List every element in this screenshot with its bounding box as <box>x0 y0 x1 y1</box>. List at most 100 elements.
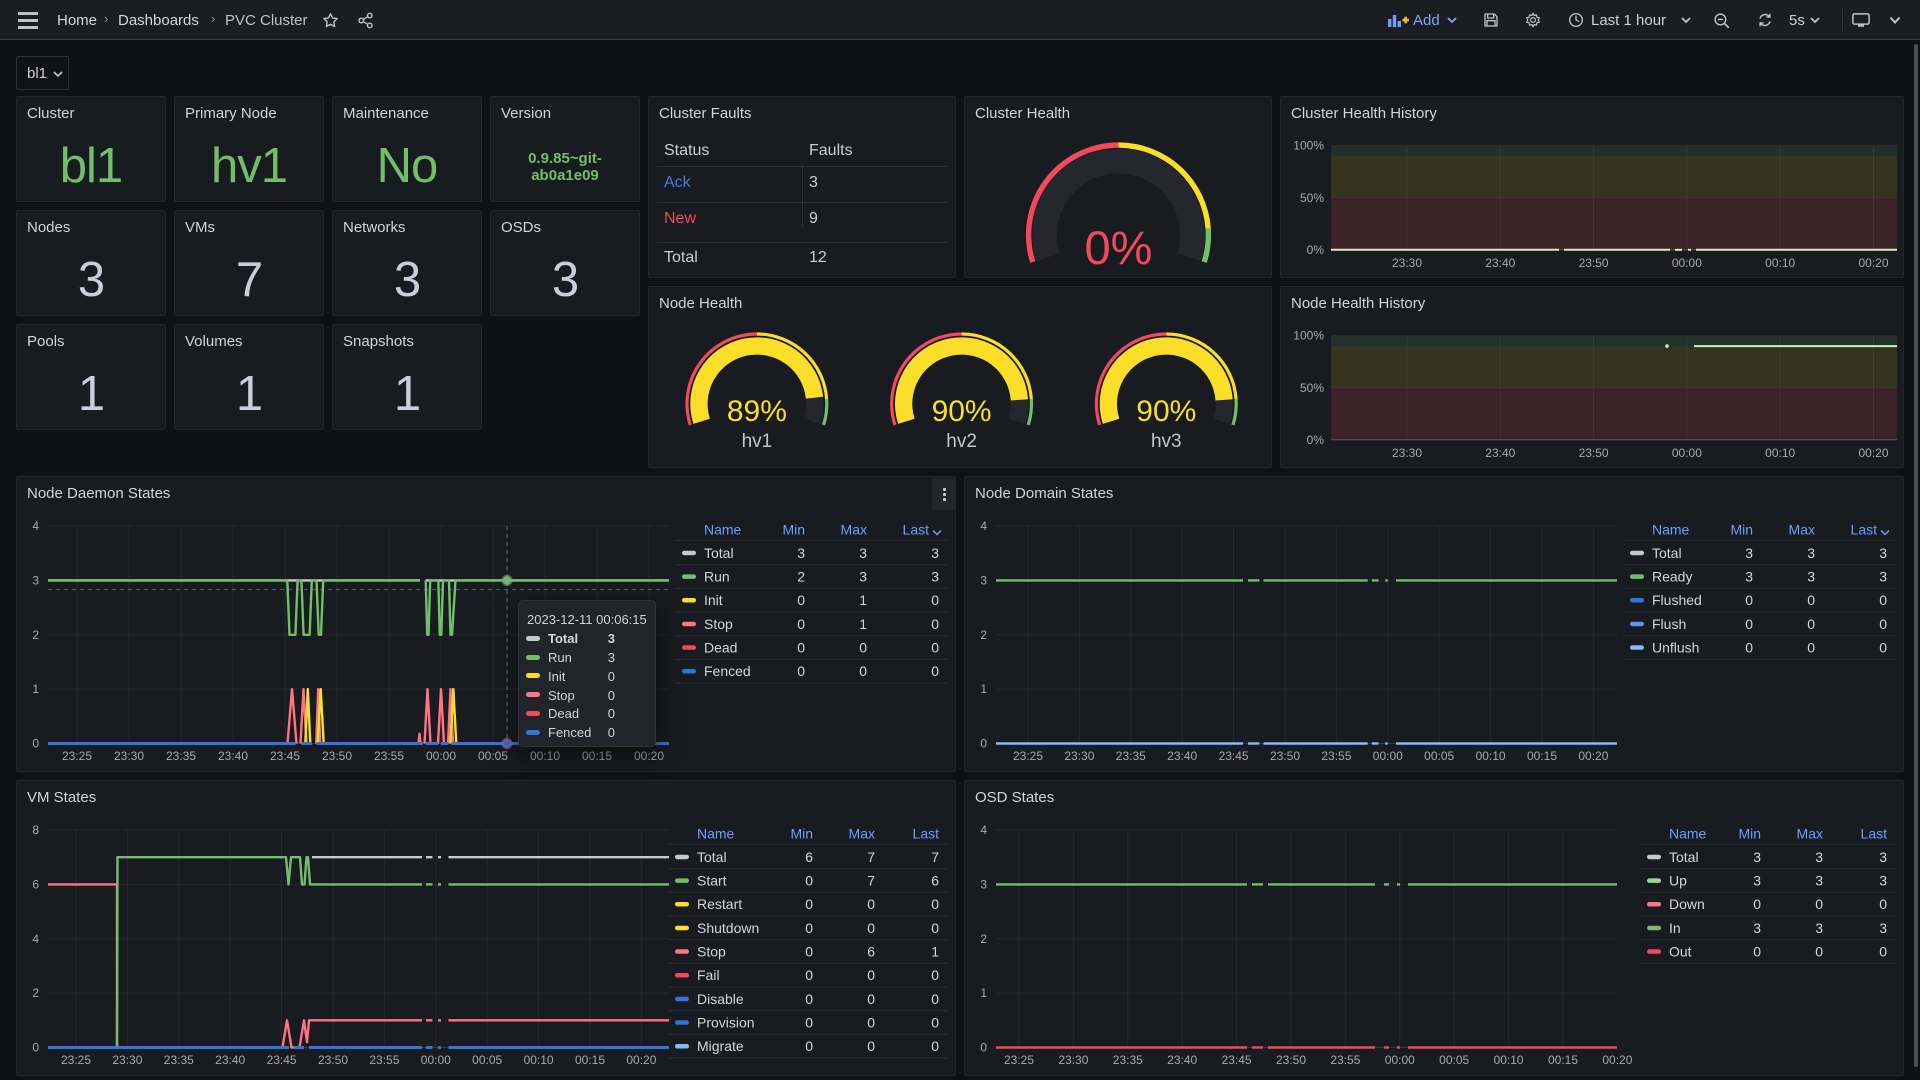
svg-text:0: 0 <box>867 896 875 912</box>
svg-text:1: 1 <box>980 682 987 696</box>
svg-text:hv1: hv1 <box>742 431 773 452</box>
svg-text:Name: Name <box>1669 826 1707 842</box>
svg-text:Fail: Fail <box>697 967 720 983</box>
svg-text:3: 3 <box>1815 873 1823 889</box>
svg-text:0%: 0% <box>1085 221 1153 274</box>
svg-text:00:15: 00:15 <box>1548 1053 1578 1067</box>
svg-text:23:40: 23:40 <box>218 749 248 763</box>
svg-text:0: 0 <box>805 944 813 960</box>
svg-text:0: 0 <box>1879 896 1887 912</box>
svg-text:0: 0 <box>797 616 805 632</box>
svg-text:3: 3 <box>1879 569 1887 585</box>
svg-text:0: 0 <box>805 991 813 1007</box>
svg-text:23:30: 23:30 <box>112 1053 142 1067</box>
svg-text:4: 4 <box>32 519 39 533</box>
svg-text:0: 0 <box>1879 640 1887 656</box>
svg-text:Out: Out <box>1669 944 1692 960</box>
svg-text:2: 2 <box>797 569 805 585</box>
svg-text:6: 6 <box>867 944 875 960</box>
svg-text:3: 3 <box>931 545 939 561</box>
svg-text:23:45: 23:45 <box>270 749 300 763</box>
svg-text:3: 3 <box>1815 920 1823 936</box>
svg-text:00:05: 00:05 <box>478 749 508 763</box>
svg-text:00:20: 00:20 <box>626 1053 656 1067</box>
svg-text:2: 2 <box>32 986 39 1000</box>
svg-text:0: 0 <box>867 991 875 1007</box>
svg-text:3: 3 <box>1753 849 1761 865</box>
svg-text:23:55: 23:55 <box>1321 749 1351 763</box>
svg-text:23:45: 23:45 <box>267 1053 297 1067</box>
svg-text:Max: Max <box>841 522 867 538</box>
svg-text:Stop: Stop <box>704 616 733 632</box>
svg-text:3: 3 <box>1879 849 1887 865</box>
svg-text:50%: 50% <box>1300 381 1324 395</box>
svg-text:0: 0 <box>859 663 867 679</box>
svg-text:Shutdown: Shutdown <box>697 920 759 936</box>
svg-text:23:45: 23:45 <box>1219 749 1249 763</box>
svg-text:0: 0 <box>1753 896 1761 912</box>
svg-text:0: 0 <box>805 896 813 912</box>
svg-text:0: 0 <box>931 991 939 1007</box>
svg-text:90%: 90% <box>1136 395 1196 428</box>
svg-text:3: 3 <box>1745 545 1753 561</box>
svg-text:Restart: Restart <box>697 896 742 912</box>
svg-text:0: 0 <box>1745 592 1753 608</box>
svg-text:0: 0 <box>931 616 939 632</box>
svg-text:4: 4 <box>32 932 39 946</box>
svg-text:3: 3 <box>32 573 39 587</box>
svg-text:Last: Last <box>1861 826 1888 842</box>
svg-text:3: 3 <box>980 573 987 587</box>
svg-text:23:25: 23:25 <box>61 1053 91 1067</box>
svg-text:0: 0 <box>867 920 875 936</box>
svg-text:Flushed: Flushed <box>1652 592 1702 608</box>
svg-text:Min: Min <box>1738 826 1761 842</box>
svg-text:23:30: 23:30 <box>114 749 144 763</box>
svg-text:0: 0 <box>1745 616 1753 632</box>
svg-text:3: 3 <box>1745 569 1753 585</box>
svg-text:Dead: Dead <box>704 640 737 656</box>
svg-text:3: 3 <box>859 569 867 585</box>
svg-text:00:15: 00:15 <box>1527 749 1557 763</box>
svg-text:0: 0 <box>1745 640 1753 656</box>
svg-text:0: 0 <box>931 967 939 983</box>
svg-text:23:35: 23:35 <box>1113 1053 1143 1067</box>
svg-text:hv2: hv2 <box>946 431 977 452</box>
svg-text:3: 3 <box>1753 920 1761 936</box>
svg-text:23:30: 23:30 <box>1392 446 1422 460</box>
svg-text:Init: Init <box>704 592 723 608</box>
svg-text:Unflush: Unflush <box>1652 640 1699 656</box>
svg-text:00:10: 00:10 <box>1765 446 1795 460</box>
svg-text:Run: Run <box>704 569 730 585</box>
svg-text:0: 0 <box>931 1015 939 1031</box>
svg-text:7: 7 <box>867 873 875 889</box>
svg-text:Ready: Ready <box>1652 569 1692 585</box>
svg-text:100%: 100% <box>1293 139 1324 153</box>
svg-text:Min: Min <box>782 522 805 538</box>
svg-text:00:00: 00:00 <box>1373 749 1403 763</box>
svg-text:Max: Max <box>849 826 875 842</box>
svg-text:1: 1 <box>859 616 867 632</box>
svg-text:00:00: 00:00 <box>426 749 456 763</box>
svg-text:Migrate: Migrate <box>697 1038 744 1054</box>
svg-text:Total: Total <box>1669 849 1699 865</box>
svg-text:8: 8 <box>32 823 39 837</box>
svg-text:2: 2 <box>980 932 987 946</box>
svg-text:Stop: Stop <box>697 944 726 960</box>
svg-text:0: 0 <box>805 1038 813 1054</box>
svg-text:23:40: 23:40 <box>1485 256 1515 270</box>
svg-text:3: 3 <box>1879 545 1887 561</box>
svg-text:0: 0 <box>931 592 939 608</box>
svg-text:0: 0 <box>931 1038 939 1054</box>
svg-text:23:35: 23:35 <box>164 1053 194 1067</box>
svg-text:Total: Total <box>697 849 727 865</box>
svg-text:00:10: 00:10 <box>524 1053 554 1067</box>
svg-text:23:40: 23:40 <box>1485 446 1515 460</box>
svg-text:3: 3 <box>1753 873 1761 889</box>
svg-text:Flush: Flush <box>1652 616 1686 632</box>
svg-text:Start: Start <box>697 873 727 889</box>
svg-text:1: 1 <box>32 682 39 696</box>
svg-text:0: 0 <box>867 1015 875 1031</box>
svg-text:0: 0 <box>32 737 39 751</box>
svg-text:23:45: 23:45 <box>1222 1053 1252 1067</box>
svg-text:0: 0 <box>1879 616 1887 632</box>
